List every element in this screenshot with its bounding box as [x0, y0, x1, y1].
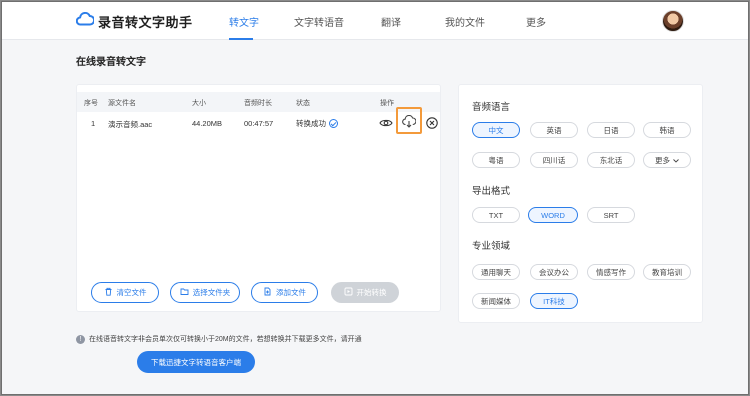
top-nav: 录音转文字助手 转文字 文字转语音 翻译 我的文件 更多	[2, 2, 748, 40]
row-duration: 00:47:57	[244, 119, 274, 128]
row-status: 转换成功	[296, 118, 338, 129]
language-option-zh[interactable]: 中文	[472, 122, 520, 138]
member-notice: ! 在线语音转文字非会员单次仅可转换小于20M的文件，若想转换并下载更多文件，请…	[76, 334, 362, 344]
choose-folder-label: 选择文件夹	[192, 288, 231, 297]
th-filename: 源文件名	[108, 100, 136, 107]
status-text: 转换成功	[296, 119, 326, 128]
language-option-yue[interactable]: 粤语	[472, 152, 520, 168]
domain-section-title: 专业领域	[472, 241, 511, 252]
file-panel: 序号 源文件名 大小 音频时长 状态 操作 1 演示音频.aac 44.20MB…	[76, 84, 441, 312]
format-section-title: 导出格式	[472, 186, 511, 197]
language-more-dropdown[interactable]: 更多	[643, 152, 691, 168]
check-circle-icon	[329, 119, 338, 128]
format-option-srt[interactable]: SRT	[587, 207, 635, 223]
th-size: 大小	[192, 100, 206, 107]
add-file-button[interactable]: 添加文件	[251, 282, 318, 303]
folder-icon	[180, 287, 189, 298]
th-duration: 音频时长	[244, 100, 272, 107]
domain-option-chat[interactable]: 通用聊天	[472, 264, 520, 280]
start-convert-label: 开始转换	[356, 288, 387, 297]
settings-panel: 音频语言 中文 英语 日语 韩语 粤语 四川话 东北话 更多 导出格式 TXT …	[458, 84, 703, 323]
app-window: 录音转文字助手 转文字 文字转语音 翻译 我的文件 更多 在线录音转文字 序号 …	[1, 1, 749, 395]
choose-folder-button[interactable]: 选择文件夹	[170, 282, 240, 303]
avatar[interactable]	[662, 10, 684, 32]
file-add-icon	[263, 287, 272, 298]
format-option-txt[interactable]: TXT	[472, 207, 520, 223]
cloud-logo-icon	[75, 11, 96, 31]
row-index: 1	[91, 119, 96, 128]
language-option-en[interactable]: 英语	[530, 122, 578, 138]
language-option-ja[interactable]: 日语	[587, 122, 635, 138]
language-option-dongbei[interactable]: 东北话	[587, 152, 635, 168]
language-option-ko[interactable]: 韩语	[643, 122, 691, 138]
download-client-button[interactable]: 下载迅捷文字转语音客户端	[137, 351, 255, 373]
clear-files-label: 清空文件	[116, 288, 147, 297]
domain-option-writing[interactable]: 情感写作	[587, 264, 635, 280]
close-circle-icon[interactable]	[425, 116, 438, 129]
add-file-label: 添加文件	[276, 288, 306, 297]
download-cloud-icon[interactable]	[402, 115, 416, 128]
domain-option-it[interactable]: IT科技	[530, 293, 578, 309]
page-title: 在线录音转文字	[76, 57, 146, 68]
info-icon: !	[76, 334, 85, 344]
row-filename: 演示音频.aac	[108, 120, 153, 129]
language-more-label: 更多	[655, 155, 670, 165]
th-index: 序号	[84, 100, 98, 107]
clear-files-button[interactable]: 清空文件	[91, 282, 159, 303]
table-header: 序号 源文件名 大小 音频时长 状态 操作	[77, 92, 440, 112]
domain-option-news[interactable]: 新闻媒体	[472, 293, 520, 309]
eye-icon[interactable]	[379, 117, 393, 129]
logo[interactable]: 录音转文字助手	[75, 11, 193, 31]
nav-tab-my-files[interactable]: 我的文件	[445, 14, 485, 29]
logo-text: 录音转文字助手	[98, 15, 193, 30]
nav-tab-transcribe[interactable]: 转文字	[229, 14, 259, 29]
domain-option-education[interactable]: 教育培训	[643, 264, 691, 280]
row-size: 44.20MB	[192, 119, 223, 128]
nav-tab-more[interactable]: 更多	[526, 14, 546, 29]
format-option-word[interactable]: WORD	[528, 207, 578, 223]
language-section-title: 音频语言	[472, 102, 511, 113]
th-status: 状态	[296, 100, 310, 107]
th-actions: 操作	[380, 100, 394, 107]
chevron-down-icon	[673, 156, 679, 165]
trash-icon	[104, 287, 113, 298]
language-option-sichuan[interactable]: 四川话	[530, 152, 578, 168]
domain-option-meeting[interactable]: 会议办公	[530, 264, 578, 280]
notice-text: 在线语音转文字非会员单次仅可转换小于20M的文件，若想转换并下载更多文件，请开通	[89, 336, 362, 343]
start-icon	[344, 287, 353, 298]
active-tab-indicator	[229, 38, 253, 40]
nav-tab-translate[interactable]: 翻译	[381, 14, 401, 29]
nav-tab-tts[interactable]: 文字转语音	[294, 14, 344, 29]
start-convert-button[interactable]: 开始转换	[331, 282, 399, 303]
